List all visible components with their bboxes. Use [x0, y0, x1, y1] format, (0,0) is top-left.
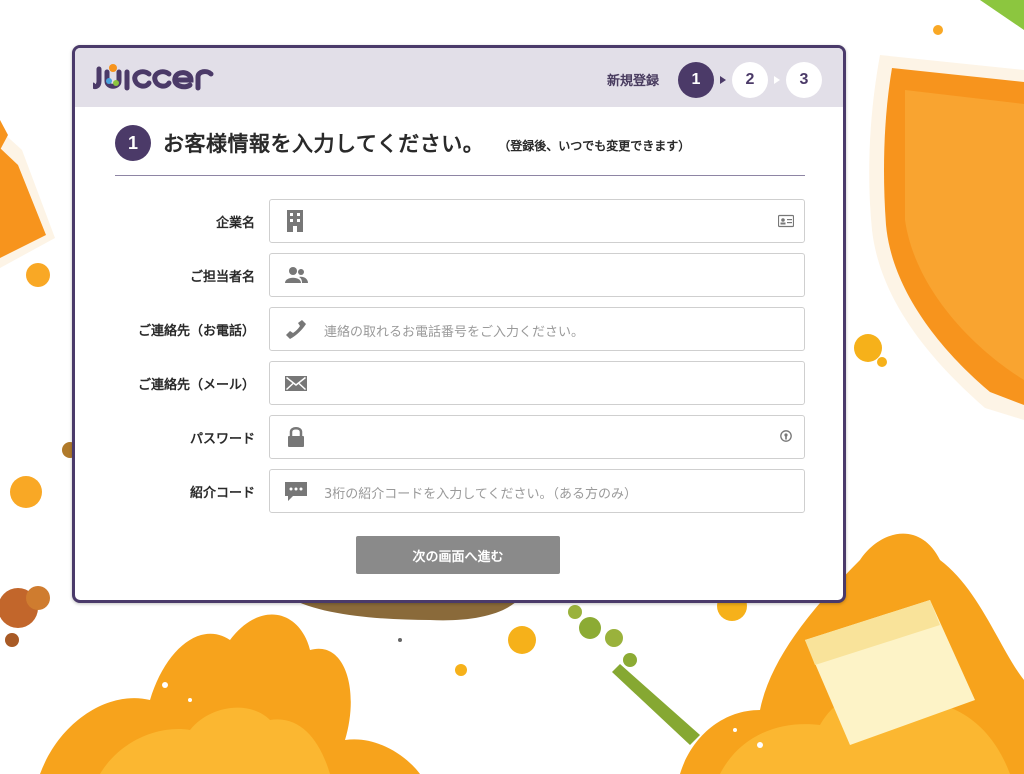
step-arrow-icon: [774, 76, 780, 84]
building-icon: [287, 210, 303, 232]
contact-person-label: ご担当者名: [189, 270, 255, 285]
company-row: 企業名: [75, 199, 843, 243]
section-note: （登録後、いつでも変更できます）: [498, 138, 691, 153]
next-screen-button[interactable]: 次の画面へ進む: [356, 536, 560, 574]
email-field[interactable]: [269, 361, 805, 405]
orange-slice-right: [869, 0, 1024, 420]
contact-person-field[interactable]: [269, 253, 805, 297]
step-2: 2: [732, 62, 768, 98]
company-field[interactable]: [269, 199, 805, 243]
phone-field[interactable]: 連絡の取れるお電話番号をご入力ください。: [269, 307, 805, 351]
registration-card: 新規登録 1 2 3 1 お客様情報を入力してください。 （登録後、いつでも変更…: [72, 45, 846, 603]
step-indicator: 1 2 3: [678, 62, 822, 98]
green-juice-drip: [568, 605, 700, 745]
chat-bubble-icon: [285, 482, 307, 501]
juicer-logo-mark: [90, 64, 214, 91]
orange-slice-left: [0, 120, 55, 268]
phone-placeholder: 連絡の取れるお電話番号をご入力ください。: [324, 325, 585, 340]
email-label: ご連絡先（メール）: [137, 378, 255, 393]
phone-row: ご連絡先（お電話） 連絡の取れるお電話番号をご入力ください。: [75, 307, 843, 351]
password-row: パスワード: [75, 415, 843, 459]
referral-field[interactable]: 3桁の紹介コードを入力してください。（ある方のみ）: [269, 469, 805, 513]
step-3: 3: [786, 62, 822, 98]
registration-label: 新規登録: [607, 74, 660, 89]
juicer-logo[interactable]: [90, 61, 219, 97]
id-card-icon[interactable]: [778, 214, 794, 228]
password-field[interactable]: [269, 415, 805, 459]
password-label: パスワード: [189, 432, 255, 447]
users-icon: [285, 267, 308, 283]
card-header: 新規登録 1 2 3: [75, 48, 843, 107]
referral-placeholder: 3桁の紹介コードを入力してください。（ある方のみ）: [324, 487, 637, 502]
section-divider: [115, 175, 805, 176]
section-number: 1: [115, 125, 151, 161]
contact-person-row: ご担当者名: [75, 253, 843, 297]
key-icon[interactable]: [778, 430, 794, 444]
step-1: 1: [678, 62, 714, 98]
step-arrow-icon: [720, 76, 726, 84]
company-label: 企業名: [215, 216, 255, 231]
section-heading: 1 お客様情報を入力してください。 （登録後、いつでも変更できます）: [115, 125, 690, 161]
phone-icon: [286, 320, 306, 339]
email-row: ご連絡先（メール）: [75, 361, 843, 405]
referral-row: 紹介コード 3桁の紹介コードを入力してください。（ある方のみ）: [75, 469, 843, 513]
lock-icon: [288, 427, 304, 447]
phone-label: ご連絡先（お電話）: [137, 324, 255, 339]
envelope-icon: [285, 376, 307, 391]
referral-label: 紹介コード: [189, 486, 255, 501]
section-title: お客様情報を入力してください。: [163, 132, 485, 156]
